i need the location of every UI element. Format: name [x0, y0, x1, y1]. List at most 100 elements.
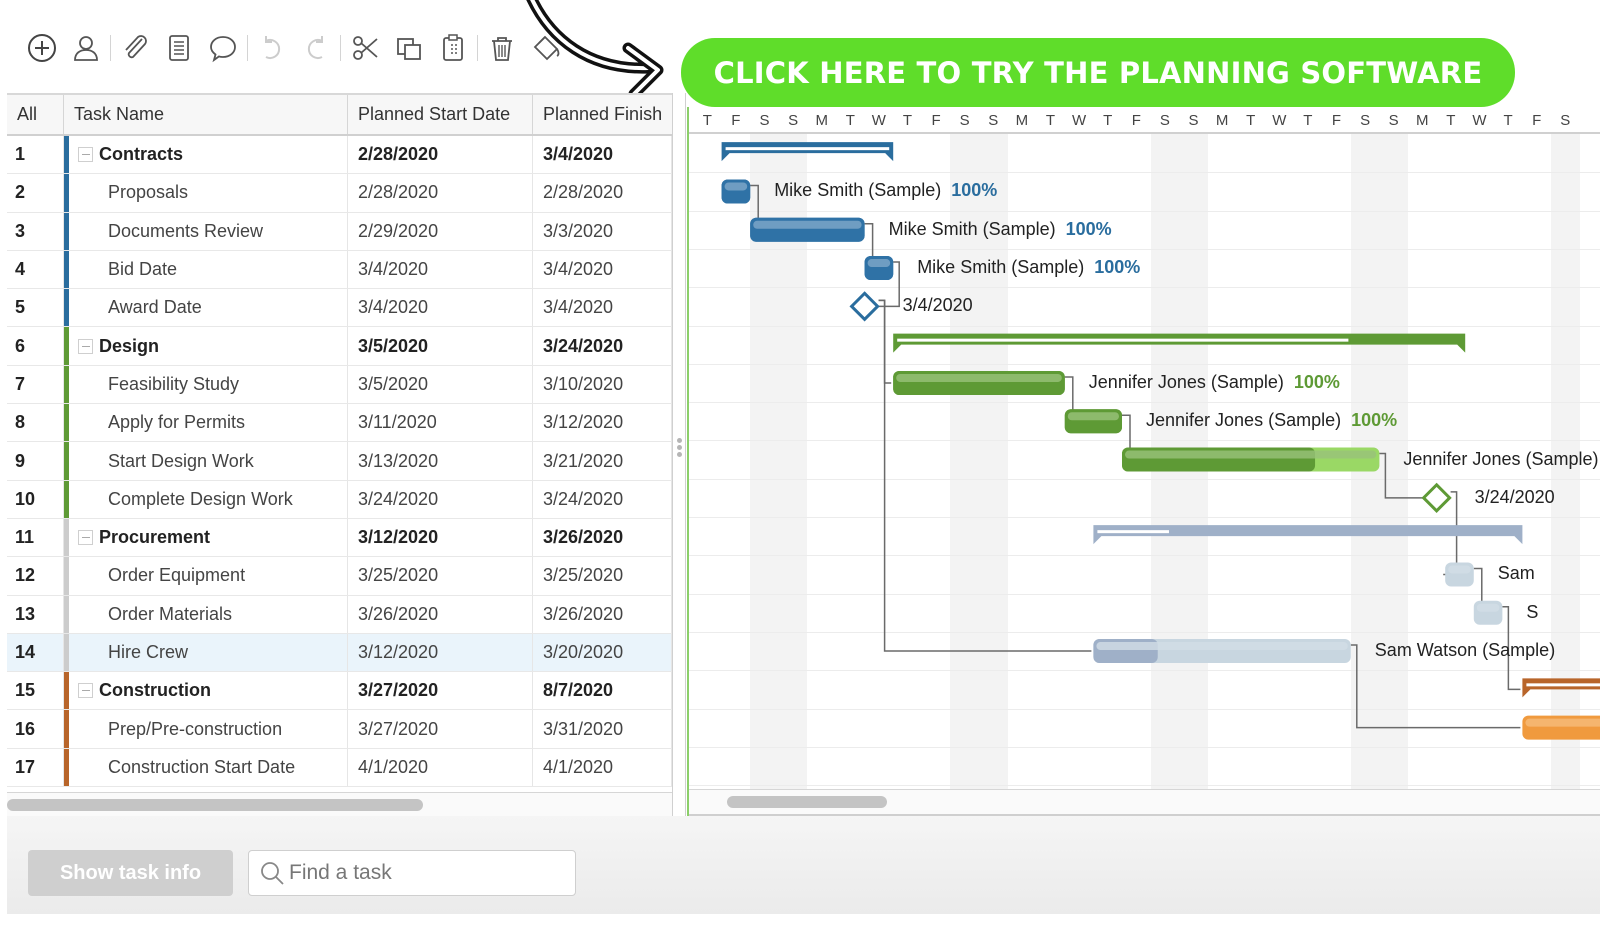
grid-row[interactable]: 10 Complete Design Work 3/24/2020 3/24/2020 — [7, 480, 672, 519]
column-header-task-name[interactable]: Task Name — [64, 95, 348, 134]
grid-row[interactable]: 5 Award Date 3/4/2020 3/4/2020 — [7, 289, 672, 328]
notes-button[interactable] — [157, 26, 201, 70]
grid-row[interactable]: 8 Apply for Permits 3/11/2020 3/12/2020 — [7, 404, 672, 443]
planned-finish-cell[interactable]: 3/25/2020 — [533, 557, 672, 595]
cut-button[interactable] — [343, 26, 387, 70]
fill-color-button[interactable] — [524, 26, 568, 70]
summary-bar[interactable] — [1093, 525, 1523, 545]
grid-row[interactable]: 12 Order Equipment 3/25/2020 3/25/2020 — [7, 557, 672, 596]
grid-row[interactable]: 3 Documents Review 2/29/2020 3/3/2020 — [7, 212, 672, 251]
collapse-toggle-icon[interactable] — [78, 147, 93, 163]
planned-finish-cell[interactable]: 3/21/2020 — [533, 442, 672, 480]
column-header-all[interactable]: All — [7, 95, 64, 134]
comment-button[interactable] — [201, 26, 245, 70]
planned-start-cell[interactable]: 3/12/2020 — [348, 518, 533, 557]
planned-start-cell[interactable]: 3/25/2020 — [348, 557, 533, 595]
assign-user-button[interactable] — [64, 26, 108, 70]
collapse-toggle-icon[interactable] — [78, 683, 93, 699]
planned-start-cell[interactable]: 3/4/2020 — [348, 289, 533, 327]
grid-row[interactable]: 2 Proposals 2/28/2020 2/28/2020 — [7, 174, 672, 213]
summary-bar[interactable] — [1522, 678, 1600, 698]
gantt-scrollbar-thumb[interactable] — [727, 796, 887, 808]
task-name-cell[interactable]: Procurement — [64, 518, 348, 557]
planned-finish-cell[interactable]: 3/24/2020 — [533, 480, 672, 518]
planned-finish-cell[interactable]: 3/26/2020 — [533, 518, 672, 557]
task-name-cell[interactable]: Design — [64, 327, 348, 365]
grid-row[interactable]: 6 Design 3/5/2020 3/24/2020 — [7, 327, 672, 366]
planned-start-cell[interactable]: 3/13/2020 — [348, 442, 533, 480]
grid-row[interactable]: 17 Construction Start Date 4/1/2020 4/1/202… — [7, 748, 672, 788]
planned-start-cell[interactable]: 3/11/2020 — [348, 404, 533, 442]
find-task-input[interactable] — [289, 861, 559, 885]
planned-finish-cell[interactable]: 3/4/2020 — [533, 136, 672, 174]
grid-row[interactable]: 11 Procurement 3/12/2020 3/26/2020 — [7, 518, 672, 558]
planned-finish-cell[interactable]: 8/7/2020 — [533, 672, 672, 710]
paste-button[interactable] — [431, 26, 475, 70]
planned-finish-cell[interactable]: 3/20/2020 — [533, 633, 672, 672]
planned-finish-cell[interactable]: 3/26/2020 — [533, 595, 672, 633]
grid-row[interactable]: 16 Prep/Pre-construction 3/27/2020 3/31/202… — [7, 710, 672, 749]
pane-splitter[interactable] — [672, 93, 686, 816]
grid-row[interactable]: 4 Bid Date 3/4/2020 3/4/2020 — [7, 250, 672, 290]
grid-row[interactable]: 13 Order Materials 3/26/2020 3/26/2020 — [7, 595, 672, 634]
collapse-toggle-icon[interactable] — [78, 338, 93, 354]
planned-finish-cell[interactable]: 3/4/2020 — [533, 289, 672, 327]
column-header-planned-finish[interactable]: Planned Finish — [533, 95, 672, 134]
planned-finish-cell[interactable]: 3/10/2020 — [533, 365, 672, 404]
show-task-info-button[interactable]: Show task info — [28, 850, 233, 896]
gantt-horizontal-scrollbar[interactable] — [689, 789, 1600, 816]
task-name-cell[interactable]: Award Date — [64, 289, 348, 327]
copy-button[interactable] — [387, 26, 431, 70]
planned-start-cell[interactable]: 3/5/2020 — [348, 365, 533, 404]
grid-scrollbar-thumb[interactable] — [7, 799, 423, 811]
planned-finish-cell[interactable]: 4/1/2020 — [533, 748, 672, 787]
add-task-button[interactable] — [20, 26, 64, 70]
find-task-field[interactable] — [248, 850, 576, 896]
planned-start-cell[interactable]: 3/12/2020 — [348, 633, 533, 672]
milestone-diamond[interactable] — [1421, 482, 1452, 513]
planned-finish-cell[interactable]: 3/24/2020 — [533, 327, 672, 365]
attach-button[interactable] — [113, 26, 157, 70]
planned-finish-cell[interactable]: 3/12/2020 — [533, 404, 672, 442]
grid-horizontal-scrollbar[interactable] — [7, 792, 672, 818]
column-header-planned-start[interactable]: Planned Start Date — [348, 95, 533, 134]
summary-bar[interactable] — [893, 333, 1466, 353]
planned-start-cell[interactable]: 3/5/2020 — [348, 327, 533, 365]
grid-row[interactable]: 7 Feasibility Study 3/5/2020 3/10/2020 — [7, 365, 672, 405]
task-name-cell[interactable]: Hire Crew — [64, 633, 348, 672]
planned-start-cell[interactable]: 4/1/2020 — [348, 748, 533, 787]
task-name-cell[interactable]: Start Design Work — [64, 442, 348, 480]
task-name-cell[interactable]: Order Materials — [64, 595, 348, 633]
planned-start-cell[interactable]: 2/28/2020 — [348, 136, 533, 174]
task-name-cell[interactable]: Prep/Pre-construction — [64, 710, 348, 748]
planned-start-cell[interactable]: 2/28/2020 — [348, 174, 533, 212]
planned-finish-cell[interactable]: 3/31/2020 — [533, 710, 672, 748]
task-name-cell[interactable]: Proposals — [64, 174, 348, 212]
task-name-cell[interactable]: Documents Review — [64, 212, 348, 250]
summary-bar[interactable] — [721, 142, 894, 162]
milestone-diamond[interactable] — [849, 291, 880, 322]
planned-start-cell[interactable]: 3/27/2020 — [348, 710, 533, 748]
planned-finish-cell[interactable]: 2/28/2020 — [533, 174, 672, 212]
undo-button[interactable] — [250, 26, 294, 70]
task-name-cell[interactable]: Apply for Permits — [64, 404, 348, 442]
collapse-toggle-icon[interactable] — [78, 530, 93, 546]
task-name-cell[interactable]: Bid Date — [64, 250, 348, 289]
grid-row[interactable]: 14 Hire Crew 3/12/2020 3/20/2020 — [7, 633, 672, 673]
grid-row[interactable]: 9 Start Design Work 3/13/2020 3/21/2020 — [7, 442, 672, 481]
try-software-cta-button[interactable]: CLICK HERE TO TRY THE PLANNING SOFTWARE — [681, 38, 1515, 107]
grid-row[interactable]: 15 Construction 3/27/2020 8/7/2020 — [7, 672, 672, 711]
planned-finish-cell[interactable]: 3/4/2020 — [533, 250, 672, 289]
planned-start-cell[interactable]: 3/26/2020 — [348, 595, 533, 633]
planned-start-cell[interactable]: 3/27/2020 — [348, 672, 533, 710]
planned-start-cell[interactable]: 2/29/2020 — [348, 212, 533, 250]
task-name-cell[interactable]: Feasibility Study — [64, 365, 348, 404]
task-name-cell[interactable]: Construction Start Date — [64, 748, 348, 787]
task-name-cell[interactable]: Complete Design Work — [64, 480, 348, 518]
planned-finish-cell[interactable]: 3/3/2020 — [533, 212, 672, 250]
redo-button[interactable] — [294, 26, 338, 70]
planned-start-cell[interactable]: 3/4/2020 — [348, 250, 533, 289]
task-name-cell[interactable]: Construction — [64, 672, 348, 710]
planned-start-cell[interactable]: 3/24/2020 — [348, 480, 533, 518]
grid-row[interactable]: 1 Contracts 2/28/2020 3/4/2020 — [7, 136, 672, 175]
